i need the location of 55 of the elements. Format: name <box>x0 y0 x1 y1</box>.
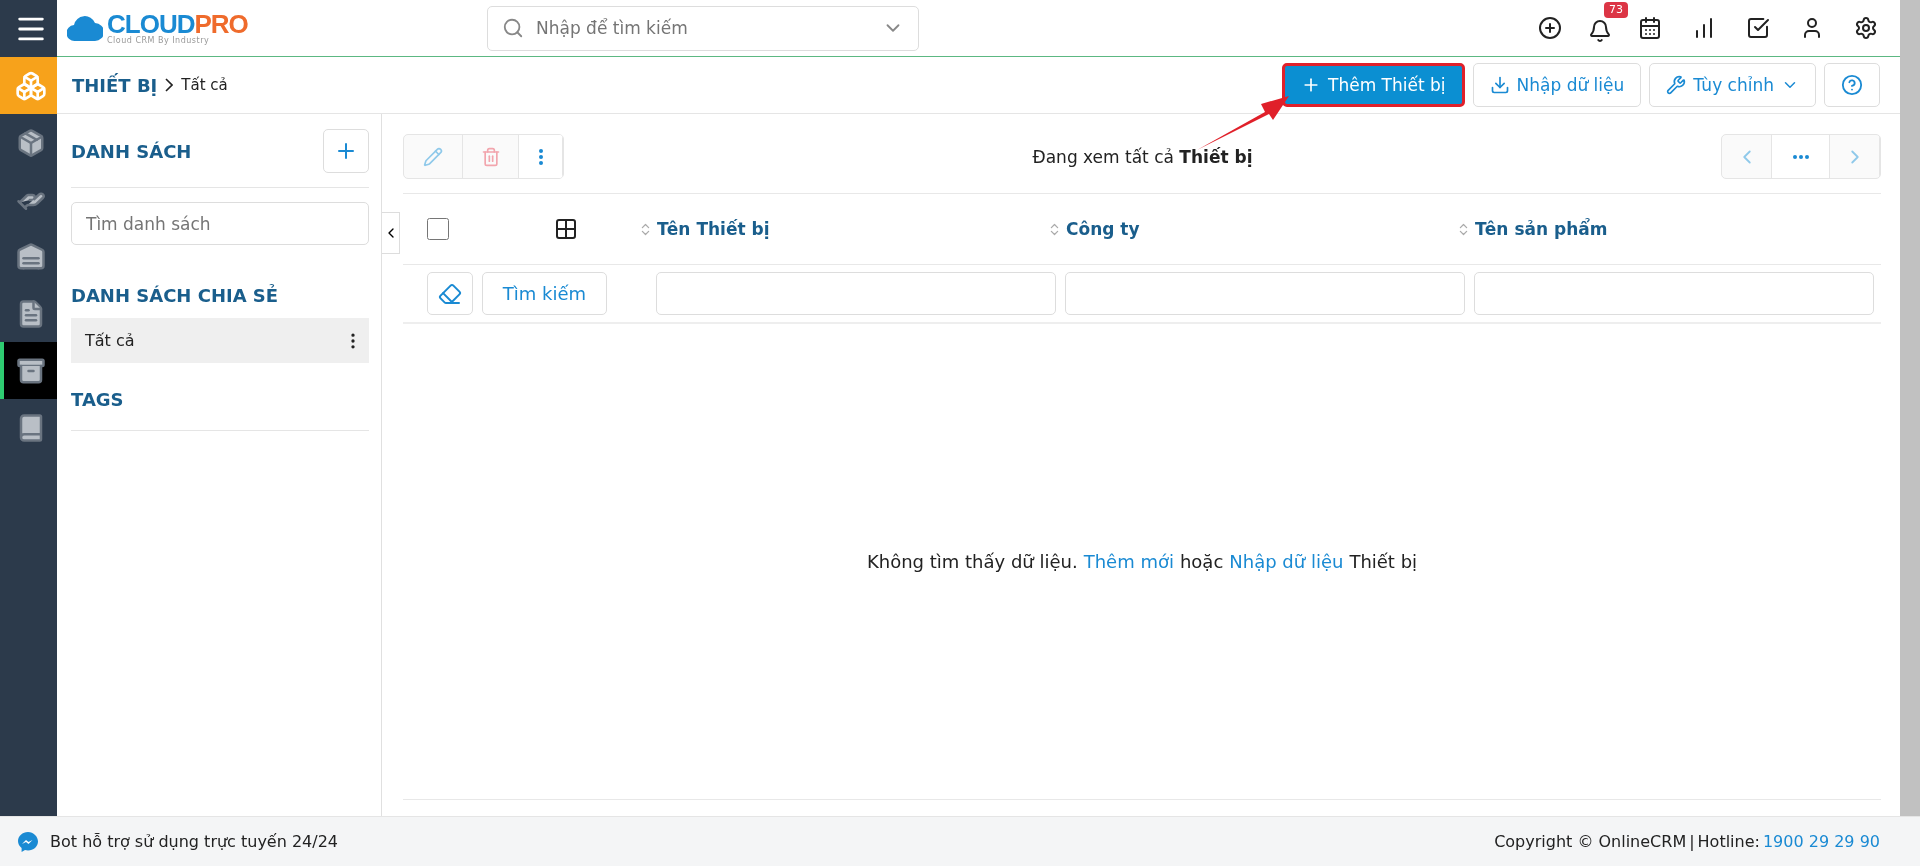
more-icon <box>1792 154 1809 159</box>
notification-badge: 73 <box>1604 2 1628 18</box>
copyright-text: Copyright © OnlineCRM <box>1494 832 1687 851</box>
warehouse-icon <box>15 241 46 272</box>
add-device-button[interactable]: Thêm Thiết bị <box>1282 63 1465 107</box>
hotline-link[interactable]: 1900 29 29 90 <box>1762 832 1880 851</box>
empty-text: Thiết bị <box>1349 551 1418 572</box>
chevron-icon <box>165 78 174 92</box>
help-button[interactable] <box>1824 63 1880 107</box>
messenger-icon[interactable] <box>16 829 40 854</box>
add-list-button[interactable] <box>323 129 369 173</box>
logo-tagline: Cloud CRM By Industry <box>107 37 211 45</box>
columns-icon[interactable] <box>554 217 578 241</box>
add-new-link[interactable]: Thêm mới <box>1083 551 1174 572</box>
shared-lists-title: DANH SÁCH CHIA SẺ <box>71 285 280 306</box>
filter-field[interactable] <box>656 272 1056 315</box>
eraser-icon <box>438 281 462 306</box>
breadcrumb-module[interactable]: THIẾT BỊ <box>72 74 158 96</box>
column-header[interactable]: Tên Thiết bị <box>638 219 1047 239</box>
viewing-text: Đang xem tất cả Thiết bị <box>1031 146 1254 167</box>
column-header[interactable]: Công ty <box>1047 219 1456 239</box>
bell-icon[interactable] <box>1588 19 1612 43</box>
tags-title: TAGS <box>71 389 369 431</box>
breadcrumb-current: Tất cả <box>181 76 228 94</box>
more-icon <box>538 148 543 165</box>
empty-text: hoặc <box>1179 551 1224 572</box>
search-field[interactable]: Nhập để tìm kiếm <box>487 5 919 51</box>
cloud-logo-icon <box>67 13 103 43</box>
list-item-label: Tất cả <box>85 331 135 350</box>
lists-title: DANH SÁCH <box>71 140 192 162</box>
search-icon <box>502 17 524 39</box>
trash-icon <box>480 146 501 167</box>
filter-field[interactable] <box>1474 272 1874 315</box>
list-search-field[interactable]: Tìm danh sách <box>71 202 369 245</box>
logo-text: CLOUDPRO <box>107 11 248 37</box>
rail-item[interactable] <box>0 342 57 399</box>
filter-field[interactable] <box>1065 272 1465 315</box>
wrench-icon <box>1666 75 1687 95</box>
cubes-icon <box>14 69 47 102</box>
bot-support-text: Bot hỗ trợ sử dụng trực tuyến 24/24 <box>50 832 339 851</box>
import-button[interactable]: Nhập dữ liệu <box>1472 63 1642 107</box>
list-item[interactable]: Tất cả <box>71 318 369 363</box>
search-button[interactable]: Tìm kiếm <box>482 272 607 315</box>
select-all-checkbox[interactable] <box>427 218 449 240</box>
help-icon <box>1841 74 1863 96</box>
empty-text: Không tìm thấy dữ liệu. <box>866 551 1078 572</box>
clear-filter-button[interactable] <box>427 272 473 315</box>
collapse-button[interactable] <box>382 212 400 254</box>
separator-text: | <box>1689 832 1695 851</box>
column-header[interactable]: Tên sản phẩm <box>1456 219 1865 239</box>
pencil-icon <box>423 146 443 167</box>
import-data-link[interactable]: Nhập dữ liệu <box>1229 551 1344 572</box>
hotline-label: Hotline: <box>1697 832 1760 851</box>
customize-button[interactable]: Tùy chỉnh <box>1649 63 1816 107</box>
download-icon <box>1489 75 1510 95</box>
